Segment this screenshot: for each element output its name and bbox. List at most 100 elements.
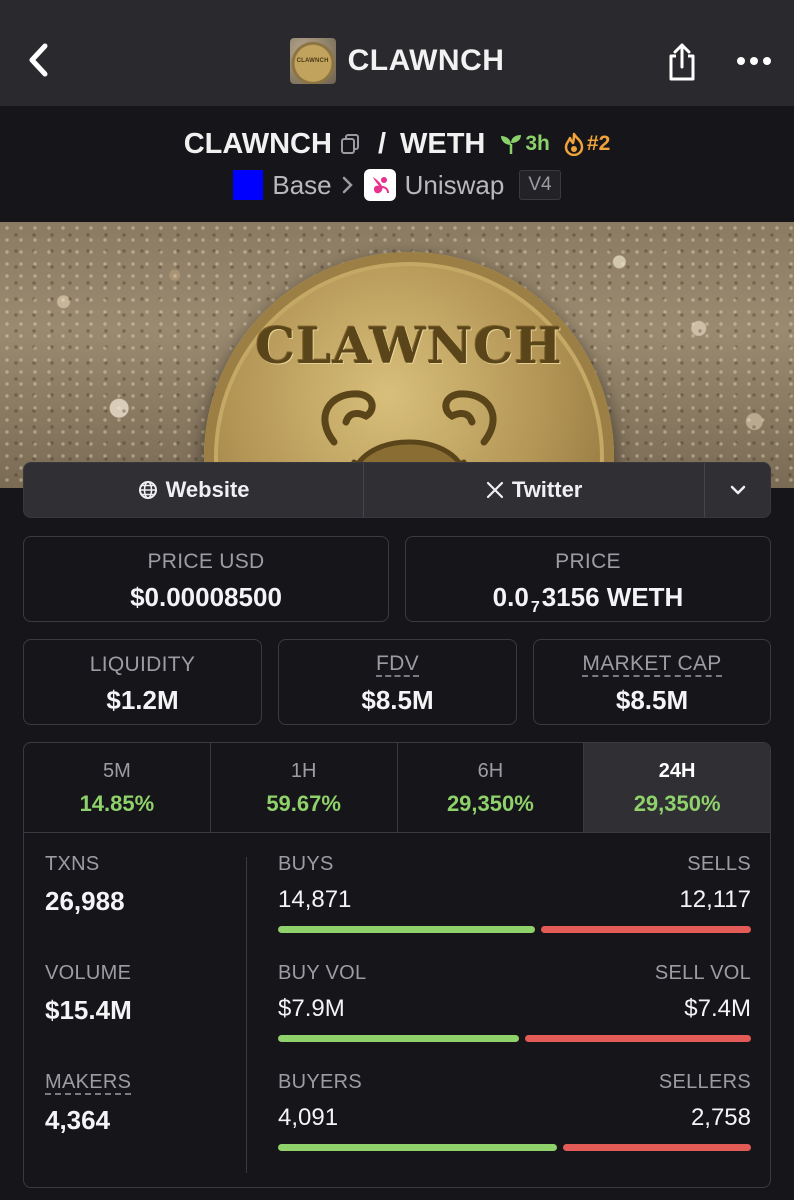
share-icon xyxy=(669,43,695,81)
buys-bar xyxy=(278,926,535,933)
tab-6h[interactable]: 6H 29,350% xyxy=(398,743,585,832)
trending-rank-text: #2 xyxy=(586,132,611,155)
sellers-value: 2,758 xyxy=(690,1104,751,1131)
market-cap-value: $8.5M xyxy=(615,685,689,715)
pair-title-row: CLAWNCH / WETH 3h #2 xyxy=(0,124,794,164)
buy-vol-value: $7.9M xyxy=(278,995,345,1022)
buy-vol-bar xyxy=(278,1035,519,1042)
fdv-card[interactable]: FDV $8.5M xyxy=(278,639,517,725)
tab-5m-label: 5M xyxy=(102,760,131,782)
fdv-value: $8.5M xyxy=(361,685,434,715)
more-links-dropdown[interactable] xyxy=(705,463,770,517)
makers-value: 4,364 xyxy=(45,1105,111,1135)
nav-title: CLAWNCH xyxy=(347,44,505,77)
pair-quote-symbol: WETH xyxy=(400,127,486,160)
price-native-card: PRICE 0.0 73156 WETH xyxy=(405,536,771,622)
flame-icon xyxy=(564,132,584,156)
volume-value: $15.4M xyxy=(45,995,132,1025)
timeframe-tabs: 5M 14.85% 1H 59.67% 6H 29,350% 24H 29,35… xyxy=(24,743,770,833)
coin-engraving-text: CLAWNCH xyxy=(255,316,563,375)
txns-value: 26,988 xyxy=(45,886,125,916)
chain-breadcrumb: Base Uniswap V4 xyxy=(0,168,794,202)
buyers-value: 4,091 xyxy=(278,1104,339,1131)
buys-sells-metric: BUYS SELLS 14,871 12,117 xyxy=(278,853,751,933)
pair-header: CLAWNCH / WETH 3h #2 Base Uniswap V4 xyxy=(0,106,794,222)
market-cap-card[interactable]: MARKET CAP $8.5M xyxy=(533,639,771,725)
buy-vol-label: BUY VOL xyxy=(278,962,367,984)
market-cap-label[interactable]: MARKET CAP xyxy=(582,653,722,677)
volume-label: VOLUME xyxy=(45,962,132,984)
tab-1h[interactable]: 1H 59.67% xyxy=(211,743,398,832)
price-native-label: PRICE xyxy=(555,550,621,573)
token-banner-image: CLAWNCH xyxy=(0,222,794,488)
volume-split-bar xyxy=(278,1035,751,1042)
price-digits: 3156 xyxy=(541,582,600,612)
tab-6h-label: 6H xyxy=(477,760,504,782)
globe-icon xyxy=(138,481,157,499)
sprout-icon xyxy=(501,135,522,154)
fdv-label[interactable]: FDV xyxy=(376,653,419,677)
trending-rank: #2 xyxy=(564,132,610,156)
tab-5m-change: 14.85% xyxy=(79,791,155,816)
tab-5m[interactable]: 5M 14.85% xyxy=(24,743,211,832)
pair-base-symbol: CLAWNCH xyxy=(183,127,332,160)
tab-24h[interactable]: 24H 29,350% xyxy=(584,743,770,832)
more-horizontal-icon xyxy=(737,57,771,65)
price-unit: WETH xyxy=(606,582,684,612)
liquidity-card: LIQUIDITY $1.2M xyxy=(23,639,262,725)
pair-age-text: 3h xyxy=(525,132,550,155)
sellers-label: SELLERS xyxy=(658,1071,751,1093)
trade-metrics: TXNS 26,988 VOLUME $15.4M MAKERS 4,364 B… xyxy=(24,833,770,1187)
makers-label[interactable]: MAKERS xyxy=(45,1071,132,1095)
price-zero-count: 7 xyxy=(530,599,540,616)
price-usd-card: PRICE USD $0.00008500 xyxy=(23,536,389,622)
twitter-button-label: Twitter xyxy=(511,477,583,502)
uniswap-logo xyxy=(363,169,396,201)
more-options-button[interactable] xyxy=(732,44,776,78)
website-button-label: Website xyxy=(165,477,250,502)
copy-icon[interactable] xyxy=(340,133,360,155)
pair-separator: / xyxy=(377,127,386,160)
dex-version-badge: V4 xyxy=(519,170,561,200)
price-prefix: 0.0 xyxy=(492,582,529,612)
tab-24h-change: 29,350% xyxy=(633,791,721,816)
makers-metric[interactable]: MAKERS 4,364 xyxy=(45,1071,132,1136)
liquidity-label: LIQUIDITY xyxy=(89,653,196,676)
sellers-bar xyxy=(563,1144,751,1151)
pair-stats-panel: 5M 14.85% 1H 59.67% 6H 29,350% 24H 29,35… xyxy=(23,742,771,1188)
txns-label: TXNS xyxy=(45,853,100,875)
price-native-value: 0.0 73156 WETH xyxy=(406,582,770,617)
base-chain-logo xyxy=(233,170,264,200)
token-logo-text: CLAWNCH xyxy=(296,58,329,64)
volume-metric: VOLUME $15.4M xyxy=(45,962,132,1026)
buyers-sellers-metric: BUYERS SELLERS 4,091 2,758 xyxy=(278,1071,751,1151)
social-links-bar: Website Twitter xyxy=(23,462,771,518)
liquidity-value: $1.2M xyxy=(106,685,179,715)
chain-name[interactable]: Base xyxy=(272,170,331,201)
buyers-bar xyxy=(278,1144,557,1151)
tab-1h-change: 59.67% xyxy=(266,791,341,816)
website-button[interactable]: Website xyxy=(24,463,365,517)
buys-label: BUYS xyxy=(278,853,334,875)
sells-bar xyxy=(541,926,751,933)
top-nav-bar: CLAWNCH CLAWNCH xyxy=(0,0,794,106)
txns-metric: TXNS 26,988 xyxy=(45,853,125,917)
tab-6h-change: 29,350% xyxy=(446,791,534,816)
tab-1h-label: 1H xyxy=(290,760,317,782)
volume-split-metric: BUY VOL SELL VOL $7.9M $7.4M xyxy=(278,962,751,1042)
tab-24h-label: 24H xyxy=(658,760,696,782)
sells-value: 12,117 xyxy=(679,886,751,913)
sells-label: SELLS xyxy=(687,853,751,875)
dex-name[interactable]: Uniswap xyxy=(405,170,505,201)
chevron-down-icon xyxy=(730,485,745,495)
x-logo-icon xyxy=(486,481,503,499)
price-usd-value: $0.00008500 xyxy=(130,582,282,612)
buys-value: 14,871 xyxy=(278,886,352,913)
buyers-sellers-bar xyxy=(278,1144,751,1151)
chevron-right-icon xyxy=(341,175,355,195)
twitter-button[interactable]: Twitter xyxy=(364,463,706,517)
price-usd-label: PRICE USD xyxy=(147,550,265,573)
metrics-divider xyxy=(246,857,247,1173)
sell-vol-label: SELL VOL xyxy=(654,962,751,984)
share-button[interactable] xyxy=(662,40,702,84)
